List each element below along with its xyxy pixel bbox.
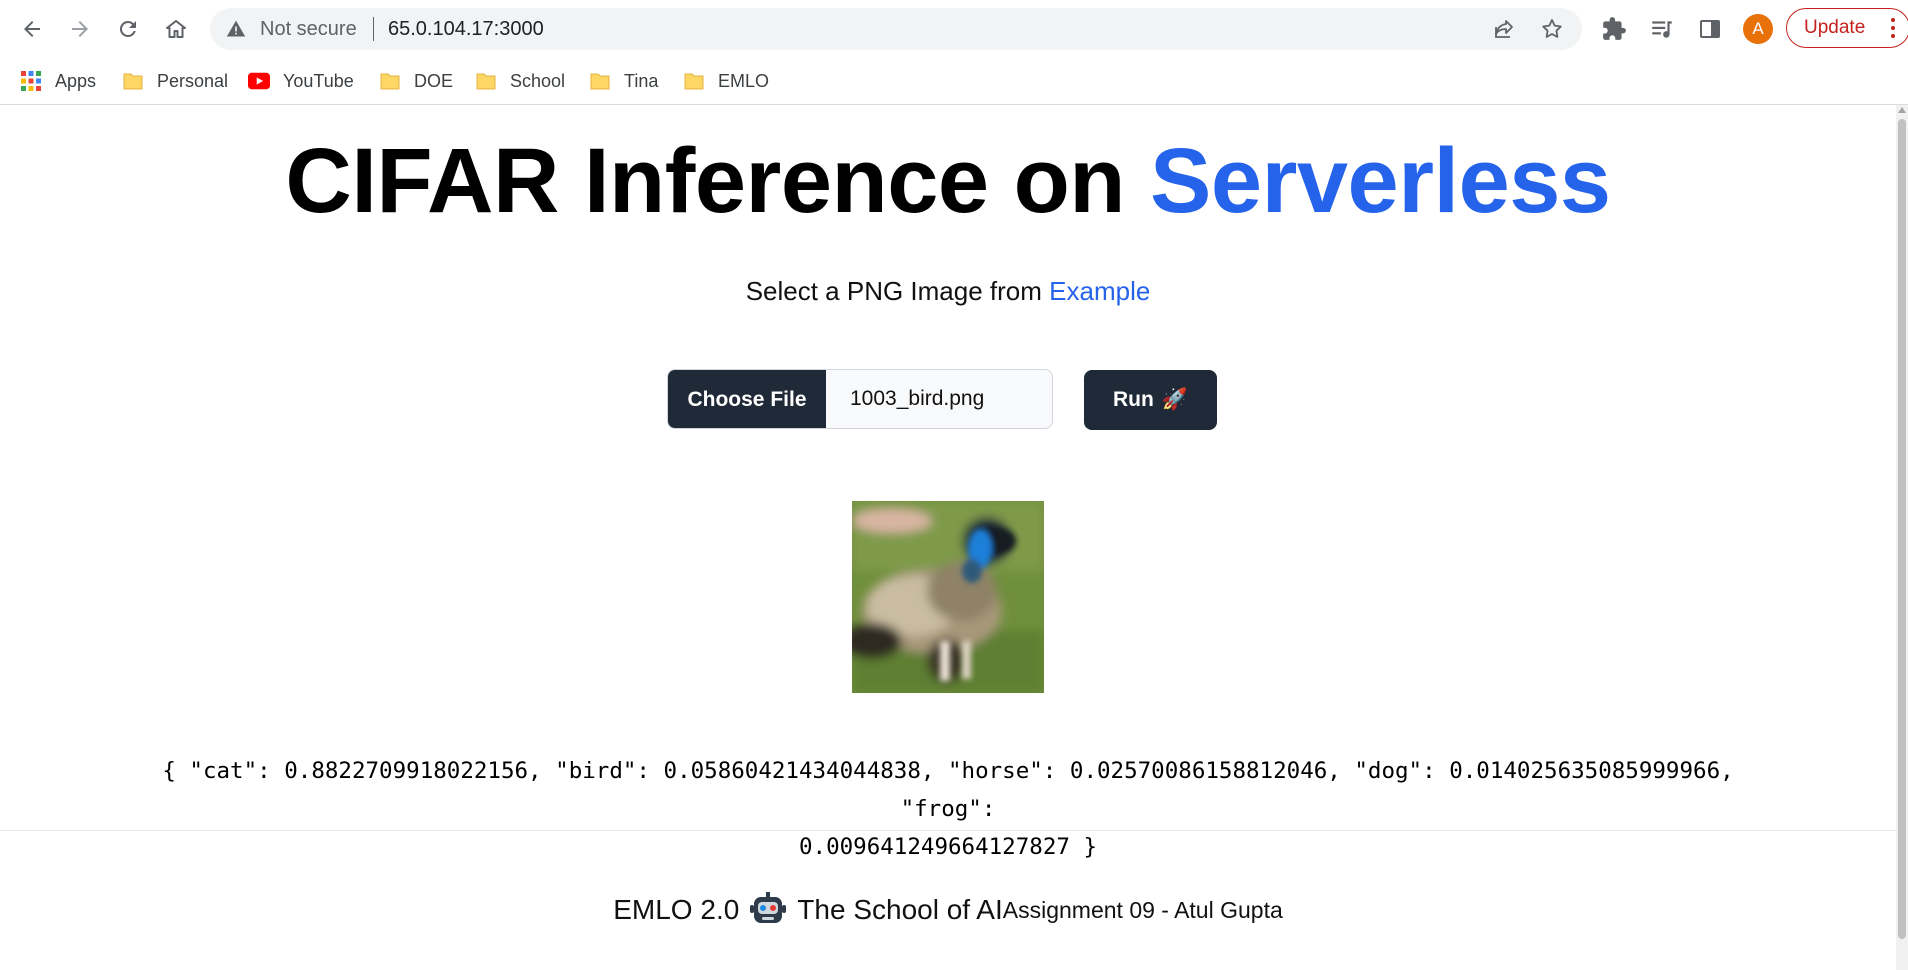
address-bar[interactable]: Not secure 65.0.104.17:3000	[210, 8, 1582, 50]
side-panel-icon	[1700, 20, 1720, 38]
side-panel-button[interactable]	[1696, 15, 1724, 43]
folder-icon	[475, 70, 497, 92]
bookmark-label: Tina	[624, 70, 659, 91]
bookmark-label: School	[510, 70, 566, 91]
scrollbar-thumb[interactable]	[1898, 119, 1906, 939]
folder-icon	[589, 70, 611, 92]
puzzle-icon	[1603, 17, 1626, 40]
folder-icon	[122, 70, 144, 92]
image-preview	[852, 501, 1044, 693]
run-button[interactable]: Run 🚀	[1084, 370, 1217, 430]
more-vert-icon	[1891, 18, 1895, 38]
bookmark-label: Personal	[157, 70, 229, 91]
folder-icon	[683, 70, 705, 92]
bookmark-tina[interactable]: Tina	[589, 66, 658, 96]
page-content: CIFAR Inference on Serverless Select a P…	[0, 105, 1896, 970]
media-control-button[interactable]	[1648, 15, 1676, 43]
browser-toolbar: Not secure 65.0.104.17:3000 A Update	[0, 0, 1908, 58]
url-text[interactable]: 65.0.104.17:3000	[388, 18, 544, 41]
bookmark-doe[interactable]: DOE	[379, 66, 453, 96]
bookmark-apps[interactable]: Apps	[20, 66, 96, 96]
assignment-credit: Assignment 09 - Atul Gupta	[1002, 896, 1283, 923]
bookmark-star-icon[interactable]	[1540, 17, 1564, 41]
bookmark-emlo[interactable]: EMLO	[683, 66, 769, 96]
rocket-icon: 🚀	[1161, 388, 1188, 411]
result-line-1: { "cat": 0.8822709918022156, "bird": 0.0…	[162, 758, 1734, 822]
update-label: Update	[1804, 17, 1866, 38]
title-main: CIFAR Inference on	[285, 130, 1125, 232]
choose-file-button[interactable]: Choose File	[668, 370, 826, 428]
home-button[interactable]	[158, 11, 194, 47]
apps-grid-icon	[20, 70, 42, 92]
page-scrollbar[interactable]	[1896, 105, 1908, 970]
forward-arrow-icon	[72, 21, 88, 37]
selected-file-name: 1003_bird.png	[850, 387, 985, 410]
title-accent: Serverless	[1150, 130, 1611, 232]
home-icon	[166, 20, 186, 38]
address-separator	[373, 17, 374, 41]
robot-icon	[750, 892, 787, 923]
result-line-2: 0.009641249664127827 }	[798, 834, 1097, 860]
bookmark-personal[interactable]: Personal	[122, 66, 228, 96]
instructions: Select a PNG Image from Example	[0, 276, 1896, 307]
warning-icon	[226, 20, 246, 37]
reload-icon	[119, 20, 136, 37]
folder-icon	[379, 70, 401, 92]
bookmark-label: EMLO	[718, 70, 770, 91]
update-button[interactable]: Update	[1786, 8, 1908, 48]
bookmark-label: DOE	[414, 70, 454, 91]
page-title: CIFAR Inference on Serverless	[0, 129, 1896, 234]
bird-image	[852, 501, 1044, 693]
back-button[interactable]	[14, 11, 50, 47]
bookmark-label: YouTube	[283, 70, 354, 91]
bookmark-label: Apps	[55, 70, 97, 91]
file-input[interactable]: Choose File 1003_bird.png	[667, 369, 1053, 429]
prediction-result: { "cat": 0.8822709918022156, "bird": 0.0…	[110, 752, 1786, 866]
footer-brand: EMLO 2.0 The School of AI	[613, 891, 1003, 929]
brand-prefix: EMLO 2.0	[613, 894, 740, 925]
footer-divider	[0, 830, 1896, 831]
share-icon[interactable]	[1492, 17, 1516, 41]
playlist-music-icon	[1652, 21, 1672, 38]
brand-suffix: The School of AI	[797, 894, 1003, 925]
youtube-icon	[248, 70, 270, 92]
scroll-up-arrow-icon[interactable]	[1898, 107, 1906, 113]
run-label: Run	[1113, 388, 1154, 411]
bookmark-youtube[interactable]: YouTube	[248, 66, 354, 96]
reload-button[interactable]	[110, 11, 146, 47]
instructions-text: Select a PNG Image from	[745, 276, 1042, 306]
security-label[interactable]: Not secure	[260, 18, 357, 41]
profile-avatar[interactable]: A	[1743, 14, 1773, 44]
footer: EMLO 2.0 The School of AI Assignment 09 …	[0, 885, 1896, 935]
bookmark-school[interactable]: School	[475, 66, 565, 96]
forward-button[interactable]	[62, 11, 98, 47]
back-arrow-icon	[24, 21, 40, 37]
bookmarks-bar: Apps Personal YouTube DOE School Tina EM…	[0, 58, 1908, 105]
extensions-button[interactable]	[1600, 15, 1628, 43]
example-link[interactable]: Example	[1049, 276, 1150, 306]
